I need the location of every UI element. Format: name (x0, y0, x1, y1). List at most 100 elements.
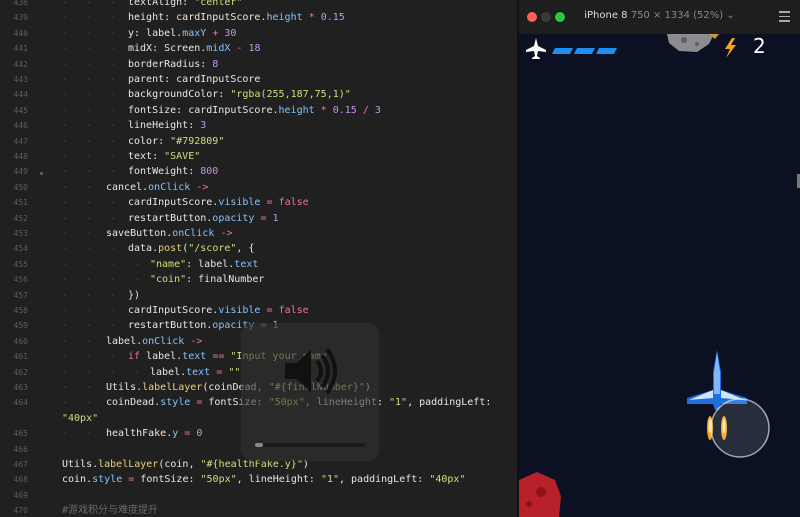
line-number: 446 (13, 121, 28, 131)
code-text: y: label.maxY + 30 (128, 27, 237, 39)
health-segment (574, 48, 595, 54)
code-line[interactable]: 457 - - -}) (0, 288, 517, 303)
health-segment (552, 48, 573, 54)
code-line[interactable]: 438 - - - textAlign: "center" (0, 0, 517, 10)
code-line[interactable]: 439 - - - height: cardInputScore.height * … (0, 10, 517, 25)
line-number: 470 (13, 506, 28, 516)
code-line[interactable]: 441 - - - midX: Screen.midX - 18 (0, 41, 517, 56)
touch-indicator (710, 398, 770, 458)
code-line[interactable]: 447 - - - color: "#792809" (0, 134, 517, 149)
code-text: "coin": finalNumber (150, 274, 265, 286)
indent-guides: - - (62, 397, 93, 409)
device-preview[interactable]: iPhone 8 750 × 1334 (52%) ⌄ 2 (519, 0, 800, 517)
code-line[interactable]: 452 - - - restartButton.opacity = 1 (0, 211, 517, 226)
code-text: saveButton.onClick -> (106, 228, 233, 239)
code-line[interactable]: 449 - - - fontWeight: 800 (0, 164, 517, 179)
indent-guides: - - - (62, 351, 117, 363)
score-counter: 2 (753, 34, 766, 58)
indent-guides: - - (62, 228, 93, 239)
indent-guides: - - - (62, 0, 117, 8)
code-line[interactable]: 456 - - - - "coin": finalNumber (0, 272, 517, 287)
line-number: 469 (13, 490, 28, 500)
code-line[interactable]: 450 - - cancel.onClick -> (0, 180, 517, 195)
code-editor[interactable]: 438 - - - textAlign: "center" 439 - - - heigh… (0, 0, 517, 517)
indent-guides: - - - (62, 104, 117, 116)
code-text: label.onClick -> (106, 335, 203, 347)
code-text: textAlign: "center" (128, 0, 243, 8)
indent-guides: - - - (62, 12, 117, 24)
code-text: cardInputScore.visible = false (128, 305, 309, 316)
code-line[interactable]: 469 (0, 488, 517, 503)
indent-guides: - - - - (62, 258, 141, 270)
line-number: 466 (13, 444, 28, 454)
code-text: lineHeight: 3 (128, 120, 207, 132)
code-line[interactable]: 442 - - - borderRadius: 8 (0, 57, 517, 72)
code-text: #游戏积分与难度提升 (62, 505, 159, 517)
code-line[interactable]: 453 - - saveButton.onClick -> (0, 226, 517, 241)
code-text: color: "#792809" (128, 135, 225, 147)
indent-guides: - - - (62, 166, 117, 178)
device-name: iPhone 8 (584, 10, 628, 21)
code-line[interactable]: 455 - - - - "name": label.text (0, 257, 517, 272)
code-line[interactable]: 454 - - - data.post("/score", { (0, 241, 517, 256)
line-number: 453 (13, 229, 28, 238)
line-number: 464 (13, 398, 28, 408)
indent-guides: - - (62, 428, 93, 440)
line-number: 461 (13, 352, 28, 362)
indent-guides: - - - (62, 74, 117, 85)
code-line[interactable]: 445 - - - fontSize: cardInputScore.height … (0, 103, 517, 118)
line-number: 441 (13, 44, 28, 54)
line-number: 458 (13, 306, 28, 315)
code-line[interactable]: 451 - - - cardInputScore.visible = false (0, 195, 517, 210)
indent-guides: - - - (62, 151, 117, 162)
code-line[interactable]: 448 - - - text: "SAVE" (0, 149, 517, 164)
device-selector[interactable]: iPhone 8 750 × 1334 (52%) ⌄ (519, 10, 800, 21)
code-text: }) (128, 289, 141, 301)
line-number: 463 (13, 383, 28, 392)
game-scene (519, 34, 770, 517)
code-line[interactable]: 458 - - - cardInputScore.visible = false (0, 303, 517, 318)
lives-plane-icon (526, 38, 546, 59)
indent-guides: - - - (62, 43, 117, 55)
hamburger-icon[interactable] (779, 11, 790, 25)
indent-guides: - - - (62, 305, 117, 316)
line-number: 442 (13, 59, 28, 69)
indent-guides: - - - (62, 135, 117, 147)
line-number: 460 (13, 336, 28, 346)
indent-guides: - - - - (62, 274, 141, 286)
code-line[interactable]: 446 - - - lineHeight: 3 (0, 118, 517, 133)
red-asteroid (519, 472, 561, 517)
line-number: 457 (13, 290, 28, 300)
code-text: parent: cardInputScore (128, 74, 261, 85)
line-number: 456 (13, 275, 28, 285)
code-text: "40px" (62, 412, 99, 424)
code-line[interactable]: 440 - - - y: label.maxY + 30 (0, 26, 517, 41)
asteroid (667, 34, 719, 52)
code-line[interactable]: 470 #游戏积分与难度提升 (0, 503, 517, 517)
indent-guides: - - - (62, 320, 117, 332)
gutter-fold-marker[interactable] (40, 172, 43, 175)
indent-guides: - - - (62, 289, 117, 301)
line-number: 450 (13, 182, 28, 192)
indent-guides: - - (62, 335, 93, 347)
line-number: 447 (13, 136, 28, 146)
code-text: cardInputScore.visible = false (128, 197, 309, 209)
preview-titlebar: iPhone 8 750 × 1334 (52%) ⌄ (519, 0, 800, 34)
line-number: 468 (13, 475, 28, 485)
line-number: 448 (13, 152, 28, 161)
indent-guides: - - - (62, 89, 117, 101)
line-number: 462 (13, 367, 28, 377)
line-number: 443 (13, 75, 28, 84)
indent-guides: - - - (62, 212, 117, 224)
code-text: midX: Screen.midX - 18 (128, 43, 261, 55)
code-text: healthFake.y = 0 (106, 428, 203, 440)
code-line[interactable]: 444 - - - backgroundColor: "rgba(255,187,7… (0, 87, 517, 102)
code-line[interactable]: 443 - - - parent: cardInputScore (0, 72, 517, 87)
code-text: cancel.onClick -> (106, 181, 209, 193)
indent-guides: - - - (62, 27, 117, 39)
code-text: text: "SAVE" (128, 151, 201, 162)
code-line[interactable]: 468 coin.style = fontSize: "50px", lineHe… (0, 472, 517, 487)
line-number: 440 (13, 28, 28, 38)
line-number: 459 (13, 321, 28, 331)
code-text: borderRadius: 8 (128, 58, 219, 70)
